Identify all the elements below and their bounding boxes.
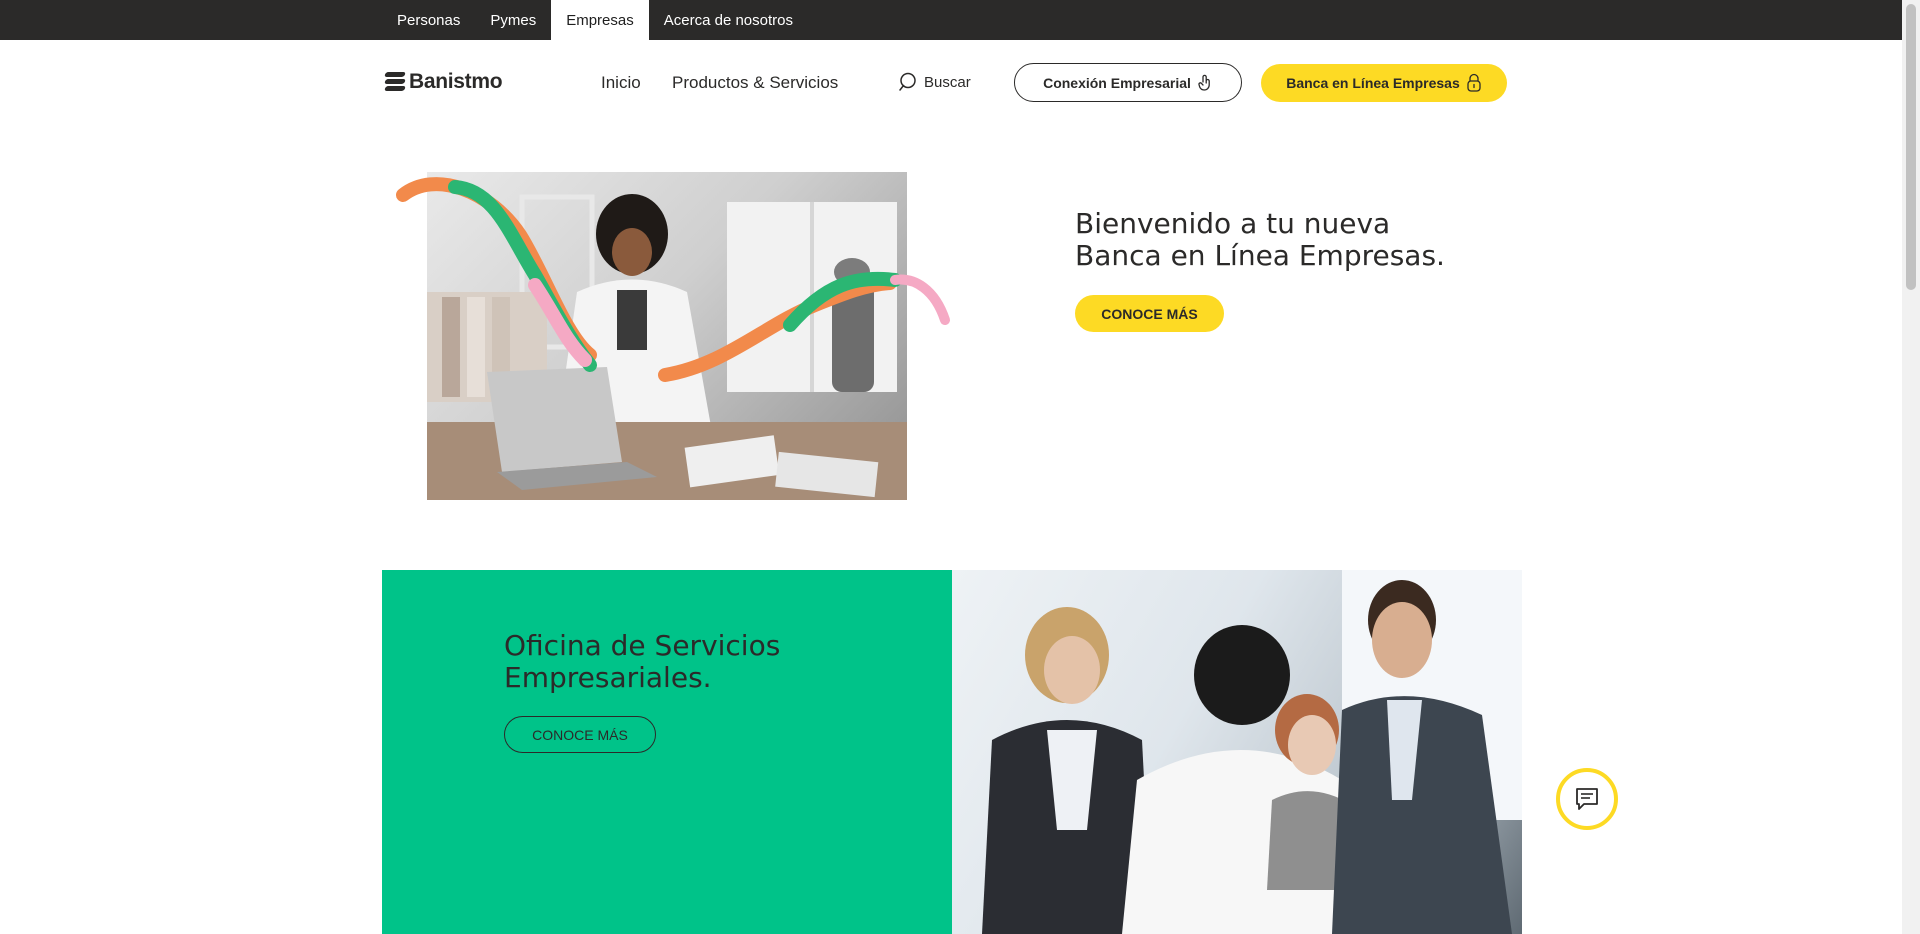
search-icon xyxy=(899,72,916,91)
segment-tab-personas[interactable]: Personas xyxy=(382,0,475,40)
oficina-title-line1: Oficina de Servicios xyxy=(504,629,781,662)
oficina-conoce-mas-button[interactable]: CONOCE MÁS xyxy=(504,716,656,753)
hero-image xyxy=(427,172,907,500)
hero-conoce-mas-button[interactable]: CONOCE MÁS xyxy=(1075,295,1224,332)
logo-mark-icon xyxy=(384,71,406,93)
touch-icon xyxy=(1198,74,1210,91)
segment-tab-acerca[interactable]: Acerca de nosotros xyxy=(649,0,808,40)
oficina-title: Oficina de Servicios Empresariales. xyxy=(504,630,780,694)
scrollbar-thumb[interactable] xyxy=(1906,4,1916,290)
oficina-servicios-panel: Oficina de Servicios Empresariales. CONO… xyxy=(382,570,952,934)
search-label: Buscar xyxy=(924,73,971,91)
hero-photo-illustration xyxy=(427,194,907,500)
chat-button[interactable] xyxy=(1556,768,1618,830)
search-button[interactable]: Buscar xyxy=(898,72,971,92)
office-photo-illustration xyxy=(982,570,1522,934)
lock-icon xyxy=(1467,73,1481,92)
nav-productos-servicios[interactable]: Productos & Servicios xyxy=(672,73,838,93)
segment-tabs: Personas Pymes Empresas Acerca de nosotr… xyxy=(382,0,808,40)
page-scrollbar[interactable] xyxy=(1902,0,1920,934)
chat-icon xyxy=(1576,788,1598,810)
brand-logo[interactable]: Banistmo xyxy=(384,70,503,94)
conexion-empresarial-label: Conexión Empresarial xyxy=(1043,74,1191,91)
segment-tab-empresas[interactable]: Empresas xyxy=(551,0,649,40)
hero-title-line1: Bienvenido a tu nueva xyxy=(1075,207,1391,240)
hero-title-line2: Banca en Línea Empresas. xyxy=(1075,239,1445,272)
office-meeting-image xyxy=(952,570,1522,934)
banca-en-linea-button[interactable]: Banca en Línea Empresas xyxy=(1261,64,1507,102)
hero-title: Bienvenido a tu nueva Banca en Línea Emp… xyxy=(1075,208,1445,272)
banca-en-linea-label: Banca en Línea Empresas xyxy=(1286,75,1460,91)
segment-bar: Personas Pymes Empresas Acerca de nosotr… xyxy=(0,0,1902,40)
logo-text: Banistmo xyxy=(409,70,503,93)
main-header: Banistmo Inicio Productos & Servicios Bu… xyxy=(0,40,1902,126)
oficina-title-line2: Empresariales. xyxy=(504,661,712,694)
segment-tab-pymes[interactable]: Pymes xyxy=(475,0,551,40)
nav-inicio[interactable]: Inicio xyxy=(601,73,641,93)
conexion-empresarial-button[interactable]: Conexión Empresarial xyxy=(1014,63,1242,102)
